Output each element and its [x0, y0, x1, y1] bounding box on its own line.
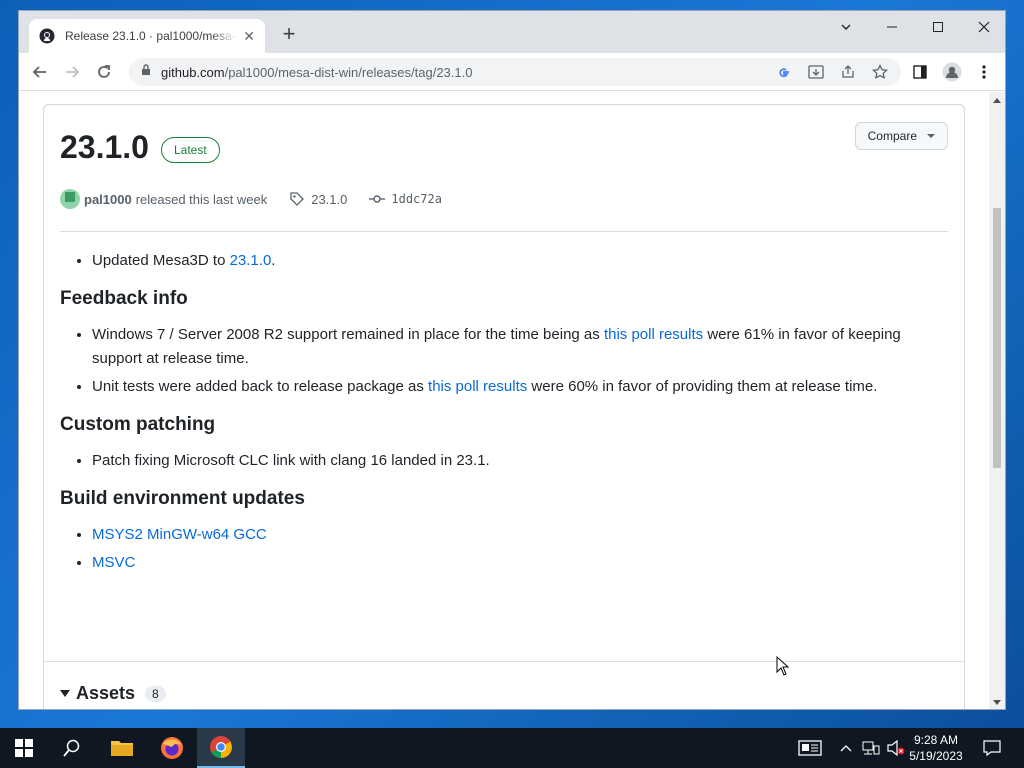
commit-link[interactable]: 1ddc72a — [369, 191, 442, 207]
search-button[interactable] — [48, 728, 96, 768]
list-item: Patch fixing Microsoft CLC link with cla… — [92, 449, 950, 473]
tab-strip: Release 23.1.0 · pal1000/mesa-dist-win ✕… — [19, 11, 1005, 53]
lock-icon[interactable] — [141, 63, 151, 81]
file-explorer-button[interactable] — [98, 728, 146, 768]
assets-label: Assets — [76, 683, 136, 703]
scrollbar-thumb[interactable] — [993, 208, 1001, 468]
system-clock[interactable]: 9:28 AM 5/19/2023 — [898, 732, 974, 764]
poll-results-link[interactable]: this poll results — [428, 378, 527, 395]
tag-link[interactable]: 23.1.0 — [289, 191, 347, 207]
list-item: Updated Mesa3D to 23.1.0. — [92, 249, 950, 273]
compare-button[interactable]: Compare — [854, 122, 948, 150]
side-panel-icon[interactable] — [907, 59, 933, 85]
release-notes: Updated Mesa3D to 23.1.0. Feedback info … — [60, 249, 950, 579]
firefox-icon — [161, 737, 183, 759]
page-scrollbar[interactable] — [989, 92, 1005, 709]
caret-down-icon — [927, 134, 935, 138]
poll-results-link[interactable]: this poll results — [604, 326, 703, 343]
search-icon — [63, 739, 80, 757]
mouse-cursor-icon — [776, 655, 790, 681]
clock-time: 9:28 AM — [913, 733, 959, 747]
mesa-version-link[interactable]: 23.1.0 — [230, 252, 272, 269]
scroll-up-arrow-icon[interactable] — [993, 98, 1001, 103]
github-icon — [39, 28, 55, 44]
assets-divider — [44, 661, 964, 662]
tab-release[interactable]: Release 23.1.0 · pal1000/mesa-dist-win ✕ — [29, 19, 265, 53]
release-title: 23.1.0 — [60, 129, 149, 165]
patching-list: Patch fixing Microsoft CLC link with cla… — [60, 449, 950, 473]
new-tab-button[interactable]: + — [277, 23, 301, 47]
scroll-down-arrow-icon[interactable] — [993, 700, 1001, 705]
release-card: 23.1.0 Latest Compare pal1000 released t… — [43, 104, 965, 709]
maximize-button[interactable] — [915, 11, 961, 43]
notes-list: Updated Mesa3D to 23.1.0. — [60, 249, 950, 273]
google-icon[interactable] — [773, 61, 795, 83]
browser-toolbar: github.com/pal1000/mesa-dist-win/release… — [19, 53, 1005, 91]
browser-window: Release 23.1.0 · pal1000/mesa-dist-win ✕… — [18, 10, 1006, 710]
browser-menu-icon[interactable] — [971, 59, 997, 85]
author-link[interactable]: pal1000 — [84, 192, 132, 207]
start-button[interactable] — [0, 728, 48, 768]
clock-date: 5/19/2023 — [909, 749, 963, 763]
forward-button[interactable] — [59, 59, 85, 85]
assets-count-badge: 8 — [145, 685, 166, 702]
triangle-down-icon — [60, 690, 70, 697]
network-icon[interactable] — [860, 728, 882, 768]
taskbar: 9:28 AM 5/19/2023 — [0, 728, 1024, 768]
close-window-button[interactable] — [961, 11, 1005, 43]
released-text: released this last week — [135, 191, 268, 207]
heading-build-env: Build environment updates — [60, 488, 305, 509]
share-icon[interactable] — [837, 61, 859, 83]
news-widget-icon[interactable] — [796, 728, 824, 768]
tag-icon — [290, 192, 305, 206]
bookmark-star-icon[interactable] — [869, 61, 891, 83]
meta-divider — [60, 231, 948, 232]
folder-icon — [111, 741, 133, 756]
feedback-list: Windows 7 / Server 2008 R2 support remai… — [60, 323, 950, 399]
compare-label: Compare — [867, 129, 917, 143]
minimize-button[interactable] — [869, 11, 915, 43]
list-item: MSYS2 MinGW-w64 GCC — [92, 523, 950, 547]
release-meta: pal1000 released this last week 23.1.0 1… — [60, 189, 442, 209]
url-text: github.com/pal1000/mesa-dist-win/release… — [161, 64, 473, 80]
notification-center-icon[interactable] — [978, 728, 1006, 768]
windows-logo-icon — [15, 739, 33, 757]
commit-label: 1ddc72a — [391, 192, 442, 206]
install-app-icon[interactable] — [805, 61, 827, 83]
page-viewport: 23.1.0 Latest Compare pal1000 released t… — [19, 92, 991, 709]
address-bar[interactable]: github.com/pal1000/mesa-dist-win/release… — [129, 58, 901, 86]
tab-title: Release 23.1.0 · pal1000/mesa-dist-win — [65, 29, 237, 43]
chrome-button[interactable] — [197, 728, 245, 768]
profile-avatar-icon[interactable] — [939, 59, 965, 85]
assets-toggle[interactable]: Assets 8 — [60, 683, 166, 704]
list-item: Unit tests were added back to release pa… — [92, 375, 950, 399]
git-commit-icon — [369, 195, 386, 203]
list-item: Windows 7 / Server 2008 R2 support remai… — [92, 323, 950, 371]
chrome-icon — [210, 736, 232, 758]
tab-search-chevron-icon[interactable] — [823, 11, 869, 43]
chevron-up-icon[interactable] — [836, 728, 856, 768]
tab-close-icon[interactable]: ✕ — [243, 28, 255, 45]
heading-custom-patching: Custom patching — [60, 414, 216, 435]
build-env-list: MSYS2 MinGW-w64 GCC MSVC — [60, 523, 950, 575]
reload-button[interactable] — [91, 59, 117, 85]
back-button[interactable] — [27, 59, 53, 85]
msys2-link[interactable]: MSYS2 MinGW-w64 GCC — [92, 526, 267, 543]
firefox-button[interactable] — [148, 728, 196, 768]
msvc-link[interactable]: MSVC — [92, 554, 135, 571]
latest-badge: Latest — [161, 137, 220, 163]
heading-feedback: Feedback info — [60, 288, 188, 309]
author-avatar[interactable] — [60, 189, 80, 209]
tag-label: 23.1.0 — [311, 191, 348, 207]
list-item: MSVC — [92, 551, 950, 575]
